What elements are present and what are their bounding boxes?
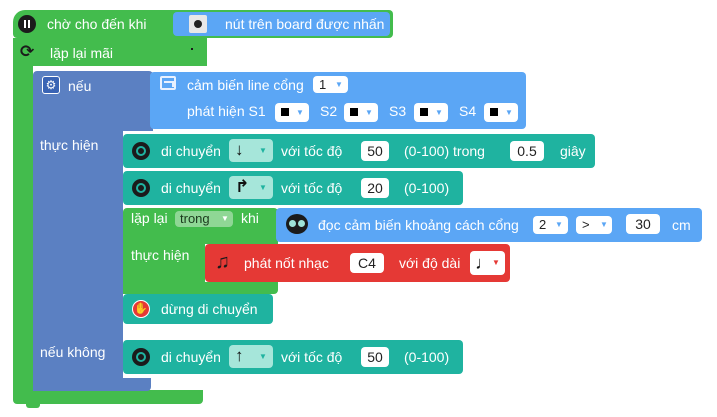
wheel-icon [132,348,150,366]
wheel-icon [132,142,150,160]
speed-input[interactable]: 20 [361,178,389,198]
while-do-label: thực hiện [131,247,190,263]
chevron-down-icon: ▼ [259,146,267,155]
chevron-down-icon: ▼ [335,80,343,89]
gear-icon[interactable]: ⚙ [42,76,60,94]
chevron-down-icon: ▼ [259,183,267,192]
distance-value-input[interactable]: 30 [626,214,660,234]
forever-loop-footer [13,390,203,404]
distance-port-value: 2 [539,217,547,232]
loop-dot [191,48,193,50]
line-sensor-icon [160,76,176,90]
move-label: di chuyển [161,143,221,159]
chevron-down-icon: ▼ [492,258,500,267]
s4-dropdown[interactable]: ▼ [484,103,518,122]
button-pressed-label: nút trên board được nhấn [225,16,385,32]
chevron-down-icon: ▼ [296,108,304,117]
s2-label: S2 [320,103,338,119]
speed-input[interactable]: 50 [361,347,389,367]
while-mode-value: trong [180,211,210,226]
stop-moving-block[interactable]: ✋ dừng di chuyển [123,294,273,324]
turn-right-icon: ↱ [235,177,250,196]
wait-until-label: chờ cho đến khi [47,16,147,32]
forever-loop-arm [13,66,33,394]
move-block-1[interactable]: di chuyển ↓ ▼ với tốc độ 50 (0-100) tron… [123,134,595,168]
line-port-value: 1 [319,77,327,92]
s1-dropdown[interactable]: ▼ [275,103,309,122]
distance-sensor-condition[interactable]: đọc cảm biến khoảng cách cổng 2 ▼ > ▼ 30… [276,208,702,242]
direction-dropdown[interactable]: ↱ ▼ [229,176,273,199]
distance-unit-label: cm [672,217,691,233]
move-block-3[interactable]: di chuyển ↑ ▼ với tốc độ 50 (0-100) [123,340,463,374]
speed-label: với tốc độ [281,143,343,159]
detect-s1-label: phát hiện S1 [187,103,266,119]
line-sensor-condition[interactable]: cảm biến line cổng 1 ▼ phát hiện S1 ▼ S2… [150,72,526,129]
stop-moving-label: dừng di chuyển [161,301,258,317]
chevron-down-icon: ▼ [365,108,373,117]
wait-until-block[interactable]: chờ cho đến khi nút trên board được nhấn [13,10,393,38]
line-sensor-label: cảm biến line cổng [187,77,304,93]
while-repeat-label: lặp lại [131,210,168,226]
forever-loop-label: lặp lại mãi [50,45,114,61]
line-port-dropdown[interactable]: 1 ▼ [313,76,348,93]
button-pressed-condition[interactable]: nút trên board được nhấn [173,12,390,36]
do-label: thực hiện [40,137,99,153]
else-label: nếu không [40,344,106,360]
chevron-down-icon: ▼ [221,214,229,223]
direction-dropdown[interactable]: ↓ ▼ [229,139,273,162]
play-note-block[interactable]: ♫ phát nốt nhạc C4 với độ dài ♩ ▼ [205,244,510,282]
while-loop-footer [123,282,278,294]
s4-label: S4 [459,103,477,119]
operator-value: > [582,217,590,232]
play-note-label: phát nốt nhạc [244,255,329,271]
while-when-label: khi [241,210,259,226]
if-else-footer [33,378,151,391]
duration-label: với độ dài [399,255,461,271]
move-block-2[interactable]: di chuyển ↱ ▼ với tốc độ 20 (0-100) [123,171,463,205]
chevron-down-icon: ▼ [259,352,267,361]
forever-loop-bottom-tab [26,402,40,408]
while-mode-dropdown[interactable]: trong ▼ [175,211,233,227]
stop-hand-icon: ✋ [132,300,150,318]
distance-sensor-label: đọc cảm biến khoảng cách cổng [318,217,519,233]
wheel-icon [132,179,150,197]
speed-label: với tốc độ [281,349,343,365]
move-label: di chuyển [161,180,221,196]
if-label: nếu [68,78,92,94]
repeat-icon: ⟳ [20,42,35,61]
pause-icon [18,15,36,33]
s3-dropdown[interactable]: ▼ [414,103,448,122]
s3-label: S3 [389,103,407,119]
chevron-down-icon: ▼ [505,108,513,117]
chevron-down-icon: ▼ [435,108,443,117]
time-input[interactable]: 0.5 [510,141,544,161]
direction-dropdown[interactable]: ↑ ▼ [229,345,273,368]
operator-dropdown[interactable]: > ▼ [576,216,612,234]
note-input[interactable]: C4 [350,253,384,273]
range-label: (0-100) [404,349,450,365]
speed-input[interactable]: 50 [361,141,389,161]
board-button-icon [189,15,207,33]
seconds-label: giây [560,143,586,159]
distance-port-dropdown[interactable]: 2 ▼ [533,216,568,234]
range-label: (0-100) [404,180,450,196]
arrow-down-icon: ↓ [235,140,244,159]
quarter-note-icon: ♩ [475,253,493,273]
duration-dropdown[interactable]: ♩ ▼ [470,251,505,275]
s2-dropdown[interactable]: ▼ [344,103,378,122]
speed-label: với tốc độ [281,180,343,196]
arrow-up-icon: ↑ [235,346,244,365]
distance-sensor-icon [286,214,308,234]
music-note-icon: ♫ [215,251,230,273]
range-label: (0-100) trong [404,143,485,159]
move-label: di chuyển [161,349,221,365]
chevron-down-icon: ▼ [600,220,608,229]
chevron-down-icon: ▼ [555,220,563,229]
